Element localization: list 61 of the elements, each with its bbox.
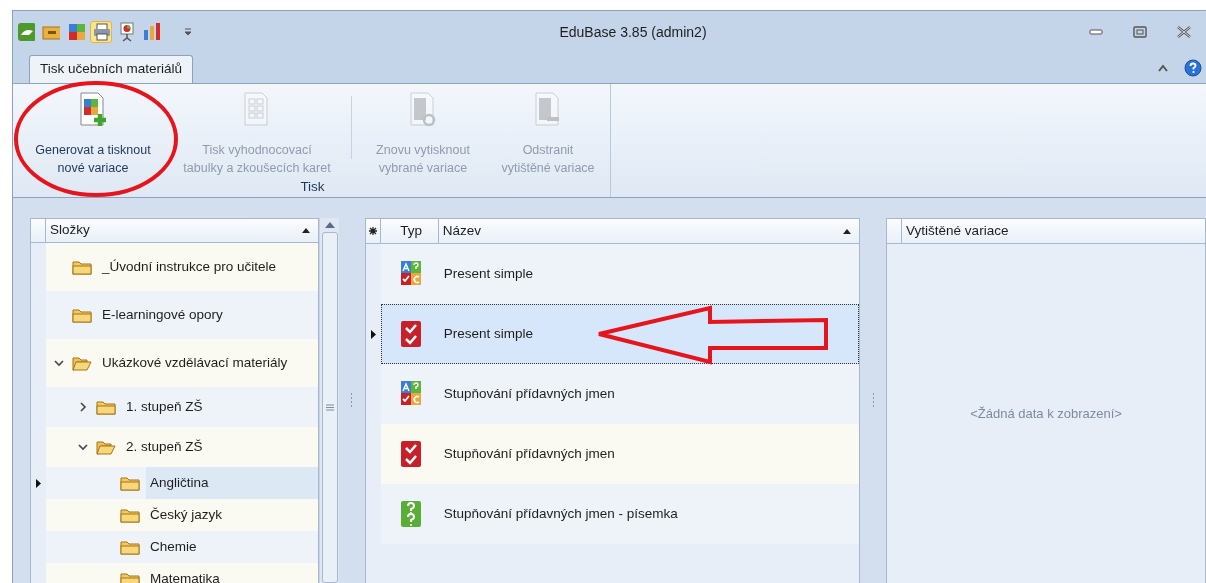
printer-icon — [92, 22, 110, 42]
empty-message: <Žádná data k zobrazení> — [970, 404, 1122, 423]
grid-icon — [67, 22, 85, 42]
table-row[interactable]: Stupňování přídavných jmen — [380, 424, 860, 484]
checkmarks-icon — [399, 320, 422, 348]
toolbar-button[interactable] — [90, 21, 112, 43]
scroll-thumb[interactable] — [321, 232, 338, 583]
table-row[interactable]: Stupňování přídavných jmen — [380, 364, 860, 424]
scrollbar[interactable] — [319, 218, 340, 583]
folder-icon — [96, 399, 116, 416]
refresh-document-icon — [408, 92, 438, 127]
table-cell-text: Stupňování přídavných jmen - písemka — [443, 504, 678, 523]
add-document-icon — [78, 92, 108, 127]
sort-ascending-icon — [302, 228, 311, 234]
sort-ascending-icon — [843, 228, 852, 234]
table-row[interactable]: Present simple — [380, 244, 860, 304]
folder-icon — [72, 259, 92, 276]
row-indicator-icon — [370, 329, 376, 339]
asterisk-icon — [368, 227, 377, 235]
minimize-icon — [1089, 28, 1103, 36]
table-cell-text: Stupňování přídavných jmen — [443, 384, 615, 403]
expanded-caret-icon[interactable] — [54, 359, 64, 368]
column-header[interactable]: Typ — [380, 219, 439, 243]
column-header[interactable]: Název — [438, 219, 860, 243]
collapse-ribbon-icon[interactable] — [1158, 64, 1168, 72]
folder-icon — [72, 307, 92, 324]
question-marks-icon — [399, 500, 422, 528]
folder-icon — [120, 475, 140, 492]
toolbar-button[interactable] — [15, 21, 37, 43]
bar-chart-icon — [142, 22, 160, 42]
table-cell-text: Present simple — [443, 324, 534, 343]
table-cell-text: Stupňování přídavných jmen — [443, 444, 615, 463]
checkmarks-icon — [399, 440, 422, 468]
table-cell-text: Present simple — [443, 264, 534, 283]
ribbon-button[interactable]: Generovat a tisknout nové variace — [17, 90, 169, 179]
table-row[interactable]: Present simple — [380, 304, 860, 364]
row-indicator-icon — [36, 478, 41, 488]
expanded-caret-icon[interactable] — [78, 443, 88, 452]
table-row[interactable]: Stupňování přídavných jmen - písemka — [380, 484, 860, 544]
close-icon — [1176, 26, 1192, 38]
tree-item[interactable]: Angličtina — [146, 467, 319, 500]
open-folder-icon — [72, 355, 92, 372]
presentation-icon — [117, 22, 135, 42]
window-title: EduBase 3.85 (admin2) — [558, 22, 708, 42]
open-folder-icon — [96, 439, 116, 456]
customize-toolbar-icon[interactable] — [184, 28, 192, 36]
splitter-grip-icon[interactable] — [871, 392, 875, 409]
open-file-icon — [17, 22, 35, 42]
maximize-icon — [1133, 26, 1147, 38]
grip-icon — [325, 404, 334, 411]
quiz-type-icon — [399, 260, 422, 288]
collapsed-caret-icon[interactable] — [79, 402, 87, 413]
quiz-type-icon — [399, 380, 422, 408]
folder-icon — [120, 571, 140, 583]
folder-icon — [120, 539, 140, 556]
help-icon[interactable] — [1184, 59, 1202, 77]
folder-icon — [120, 507, 140, 524]
group-label: Tisk — [299, 179, 326, 195]
splitter-grip-icon[interactable] — [350, 392, 354, 409]
scroll-up-icon[interactable] — [324, 222, 335, 228]
ribbon-tab[interactable]: Tisk učebních materiálů — [29, 55, 194, 83]
